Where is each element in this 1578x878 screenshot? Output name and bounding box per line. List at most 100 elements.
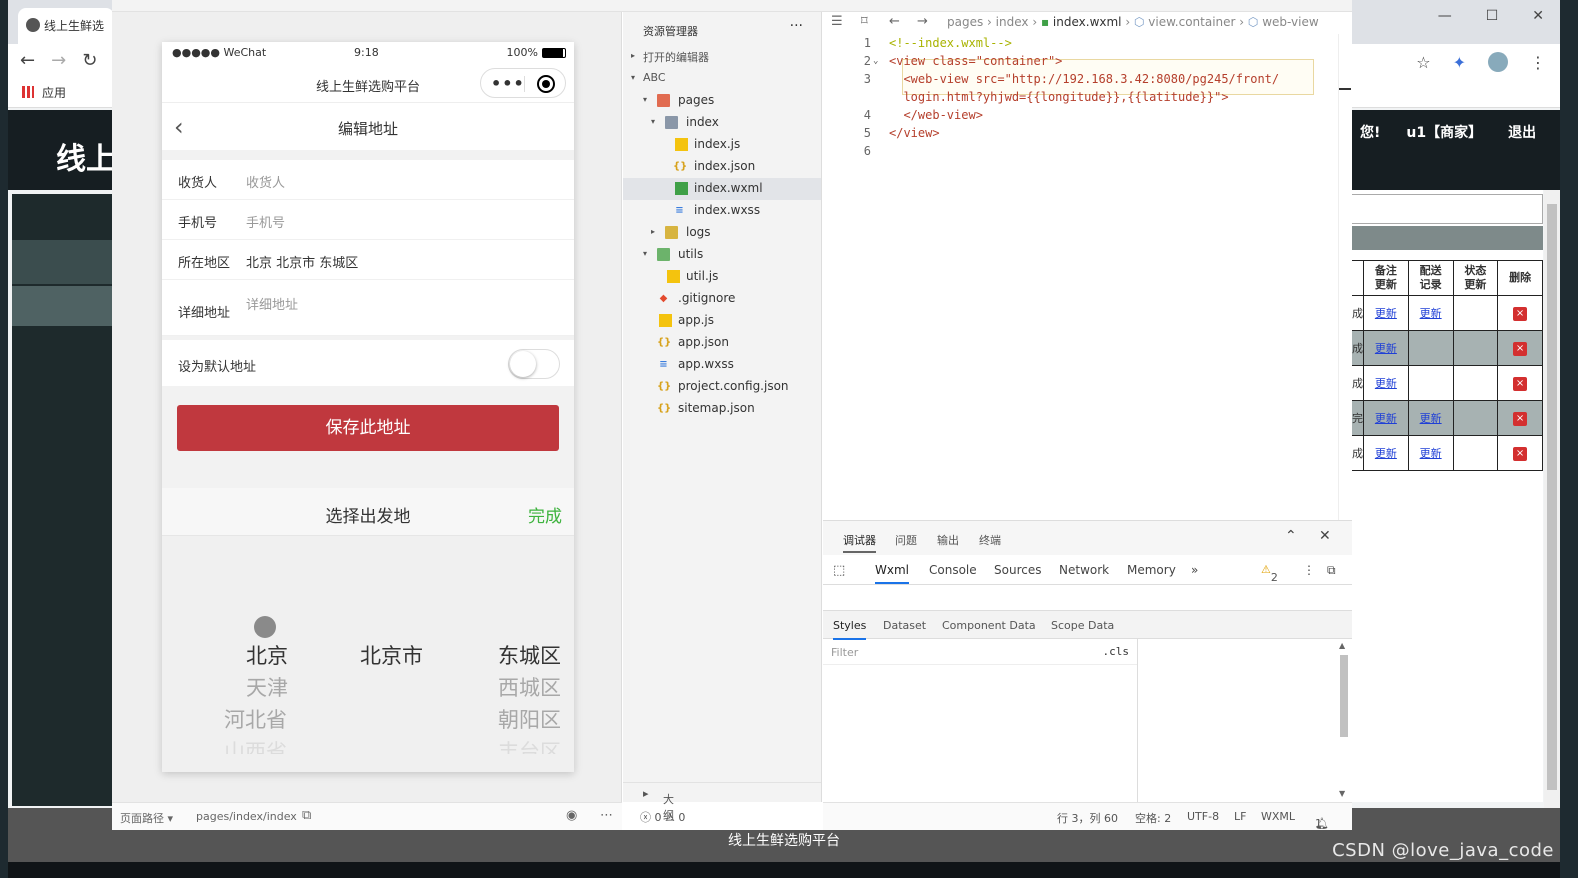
breadcrumb-item[interactable]: pages [947, 15, 983, 29]
tree-item-app-wxss[interactable]: ≡ app.wxss [623, 354, 821, 376]
maximize-icon[interactable]: ☐ [1486, 8, 1499, 24]
tree-item-index-json[interactable]: {} index.json [623, 156, 821, 178]
picker-done-button[interactable]: 完成 [528, 502, 562, 527]
scrollbar-thumb[interactable] [1340, 655, 1348, 737]
tab-wxml[interactable]: Wxml [875, 563, 909, 584]
reload-icon[interactable]: ↻ [82, 50, 97, 71]
update-link[interactable]: 更新 [1375, 412, 1397, 425]
tree-item-sitemap[interactable]: {} sitemap.json [623, 398, 821, 420]
delete-icon[interactable]: × [1513, 446, 1528, 461]
tree-item-pages[interactable]: ▾ pages [623, 90, 821, 112]
picker-option[interactable]: 丰台区 [498, 736, 561, 754]
tree-item-project-config[interactable]: {} project.config.json [623, 376, 821, 398]
browser-tab[interactable]: 线上生鲜选 [18, 8, 114, 44]
delete-icon[interactable]: × [1513, 376, 1528, 391]
picker-option[interactable]: 朝阳区 [498, 704, 561, 736]
close-icon[interactable]: ✕ [1532, 8, 1544, 24]
region-picker[interactable]: 北京 北京市 东城区 [246, 252, 358, 271]
tab-console[interactable]: Console [929, 563, 977, 577]
update-link[interactable]: 更新 [1420, 307, 1442, 320]
filter-input[interactable] [823, 639, 1095, 665]
outline-section[interactable]: ▸ 大纲 [623, 782, 821, 822]
tree-item-app-json[interactable]: {} app.json [623, 332, 821, 354]
more-icon[interactable]: ⋯ [600, 808, 613, 823]
tree-item-index-wxss[interactable]: ≡ index.wxss [623, 200, 821, 222]
undock-icon[interactable]: ⧉ [1327, 563, 1336, 578]
open-editors-section[interactable]: ▸ 打开的编辑器 [623, 46, 821, 68]
tab-problems[interactable]: 问题 [895, 532, 917, 548]
update-link[interactable]: 更新 [1420, 447, 1442, 460]
tab-dataset[interactable]: Dataset [883, 619, 926, 632]
scrollbar-thumb[interactable] [1547, 204, 1557, 790]
update-link[interactable]: 更新 [1420, 412, 1442, 425]
kebab-menu-icon[interactable]: ⋮ [1303, 563, 1315, 577]
inspect-element-icon[interactable]: ⬚ [833, 563, 845, 578]
picker-option[interactable]: 山西省 [224, 736, 288, 754]
update-link[interactable]: 更新 [1375, 307, 1397, 320]
editor-scrollbar[interactable] [1338, 34, 1351, 520]
tree-item-util-js[interactable]: util.js [623, 266, 821, 288]
tree-item-app-js[interactable]: app.js [623, 310, 821, 332]
phone-input[interactable]: 手机号 [246, 212, 285, 231]
minimize-icon[interactable]: — [1438, 8, 1452, 24]
close-target-icon[interactable] [537, 75, 555, 93]
tab-scope-data[interactable]: Scope Data [1051, 619, 1114, 632]
delete-icon[interactable]: × [1513, 411, 1528, 426]
nav-forward-icon[interactable]: → [917, 14, 928, 29]
sidebar-item[interactable] [12, 240, 116, 284]
apps-bookmark[interactable]: 应用 [22, 84, 66, 101]
breadcrumb-item[interactable]: view.container [1148, 15, 1235, 29]
tab-styles[interactable]: Styles [833, 619, 867, 640]
save-address-button[interactable]: 保存此地址 [177, 405, 559, 451]
close-panel-icon[interactable]: ✕ [1319, 528, 1331, 544]
tab-terminal[interactable]: 终端 [979, 532, 1001, 548]
tree-item-index-wxml[interactable]: index.wxml [623, 178, 821, 200]
explorer-more-icon[interactable]: ··· [790, 18, 803, 34]
star-icon[interactable]: ☆ [1416, 53, 1430, 72]
error-warning-count[interactable]: ⓧ 0 ⚠ 0 [640, 809, 685, 825]
profile-avatar[interactable] [1488, 52, 1508, 72]
tree-item-gitignore[interactable]: ◆ .gitignore [623, 288, 821, 310]
cursor-position[interactable]: 行 3，列 60 [1057, 810, 1118, 826]
language-mode[interactable]: WXML [1261, 810, 1295, 823]
fold-chevron-icon[interactable]: ⌄ [873, 52, 878, 70]
picker-option[interactable]: 北京市 [360, 640, 423, 672]
tree-item-utils[interactable]: ▾ utils [623, 244, 821, 266]
scroll-up-icon[interactable]: ▲ [1339, 641, 1345, 650]
tree-item-logs[interactable]: ▸ logs [623, 222, 821, 244]
delete-icon[interactable]: × [1513, 306, 1528, 321]
nav-back-icon[interactable]: ← [889, 14, 900, 29]
extension-icon[interactable]: ✦ [1453, 53, 1466, 72]
city-column[interactable]: 北京市 [360, 640, 423, 672]
warning-badge[interactable]: ⚠ 2 [1261, 563, 1278, 584]
tree-item-index-js[interactable]: index.js [623, 134, 821, 156]
page-scrollbar[interactable] [1544, 190, 1560, 814]
logout-link[interactable]: 退出 [1508, 122, 1536, 142]
update-link[interactable]: 更新 [1375, 447, 1397, 460]
project-section[interactable]: ▾ ABC [623, 68, 821, 90]
tab-component-data[interactable]: Component Data [942, 619, 1036, 632]
pane-divider[interactable] [1137, 639, 1138, 803]
cls-toggle[interactable]: .cls [1103, 645, 1130, 658]
picker-option[interactable]: 东城区 [498, 640, 561, 672]
default-address-switch[interactable] [508, 349, 560, 379]
province-column[interactable]: 北京 天津 河北省 山西省 [224, 640, 288, 754]
page-path-dropdown[interactable]: 页面路径 ▾ [120, 810, 173, 826]
tab-memory[interactable]: Memory [1127, 563, 1176, 577]
indent-setting[interactable]: 空格: 2 [1135, 810, 1171, 826]
breadcrumb-item[interactable]: index.wxml [1053, 15, 1122, 29]
detail-textarea[interactable]: 详细地址 [246, 294, 298, 313]
copy-icon[interactable]: ⧉ [302, 808, 311, 823]
breadcrumb-item[interactable]: index [996, 15, 1029, 29]
tab-network[interactable]: Network [1059, 563, 1109, 577]
chevron-up-icon[interactable]: ⌃ [1285, 528, 1297, 544]
scroll-down-icon[interactable]: ▼ [1339, 789, 1345, 798]
more-dots-icon[interactable]: ••• [491, 74, 525, 93]
styles-scrollbar[interactable]: ▲ ▼ [1338, 639, 1350, 803]
tab-debugger[interactable]: 调试器 [843, 532, 876, 553]
list-icon[interactable]: ☰ [831, 14, 843, 29]
menu-dots-icon[interactable]: ⋮ [1530, 53, 1546, 72]
tab-output[interactable]: 输出 [937, 532, 959, 548]
picker-option[interactable]: 天津 [240, 672, 288, 704]
tab-sources[interactable]: Sources [994, 563, 1041, 577]
